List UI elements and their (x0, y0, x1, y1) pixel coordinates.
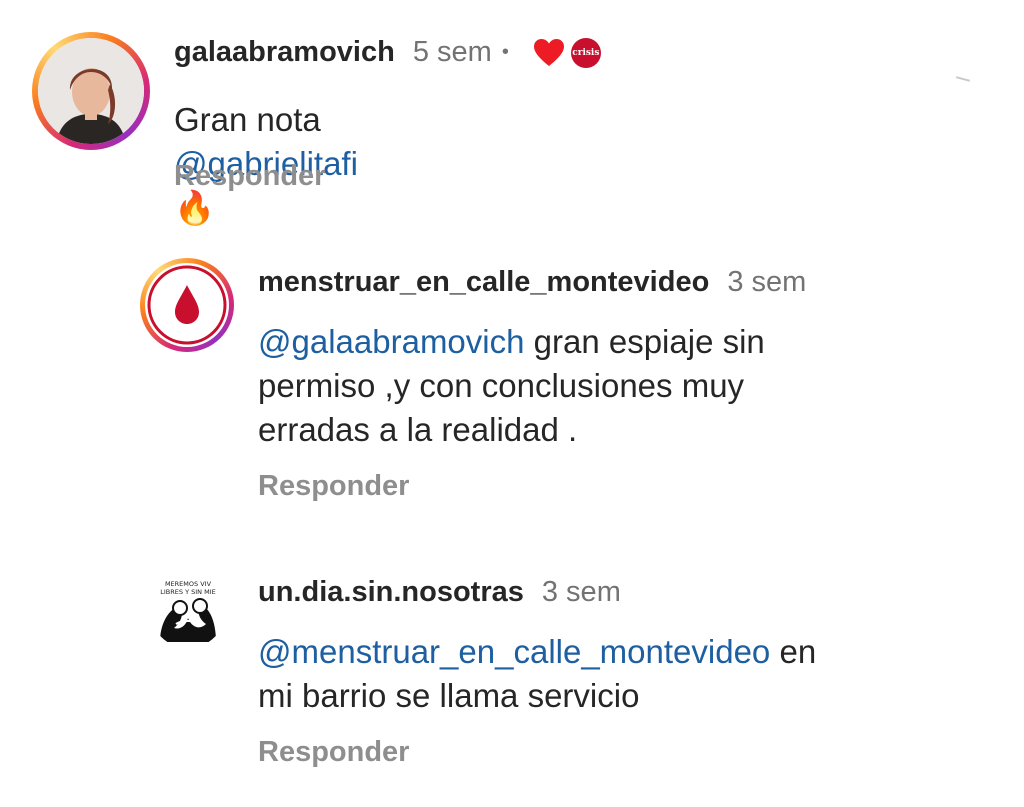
comment-time: 3 sem (727, 266, 807, 298)
mention-link[interactable]: @menstruar_en_calle_montevideo (258, 633, 770, 670)
profile-photo-icon (38, 38, 144, 144)
creator-liked-heart-icon (533, 38, 565, 68)
mention-link[interactable]: @galaabramovich (258, 323, 524, 360)
illustration-avatar-icon: MEREMOS VIV LIBRES Y SIN MIE (160, 580, 216, 642)
comment-time: 3 sem (541, 576, 621, 608)
comment-time: 5 sem (412, 36, 492, 68)
avatar[interactable]: MEREMOS VIV LIBRES Y SIN MIE (150, 572, 226, 648)
blood-drop-icon (147, 265, 227, 345)
avatar-story-ring[interactable] (32, 32, 150, 150)
separator-dot: • (501, 41, 509, 63)
reply-button[interactable]: Responder (258, 470, 409, 503)
reply-button[interactable]: Responder (258, 736, 409, 769)
liked-by-avatar-crisis: crisis (570, 37, 601, 68)
avatar (38, 38, 144, 144)
comment-username[interactable]: galaabramovich (174, 36, 395, 69)
divider-mark (955, 76, 971, 82)
svg-text:MEREMOS VIV: MEREMOS VIV (165, 580, 212, 588)
comment-text: @galaabramovich gran espiaje sin permiso… (258, 323, 765, 448)
avatar (145, 263, 229, 347)
fire-emoji-icon: 🔥 (174, 189, 216, 226)
comment-username[interactable]: menstruar_en_calle_montevideo (258, 266, 709, 299)
reply-button[interactable]: Responder (174, 160, 325, 193)
comment-text: @menstruar_en_calle_montevideo en mi bar… (258, 633, 817, 714)
svg-text:LIBRES Y SIN MIE: LIBRES Y SIN MIE (160, 588, 215, 596)
comment-username[interactable]: un.dia.sin.nosotras (258, 576, 524, 609)
avatar-story-ring[interactable] (140, 258, 234, 352)
